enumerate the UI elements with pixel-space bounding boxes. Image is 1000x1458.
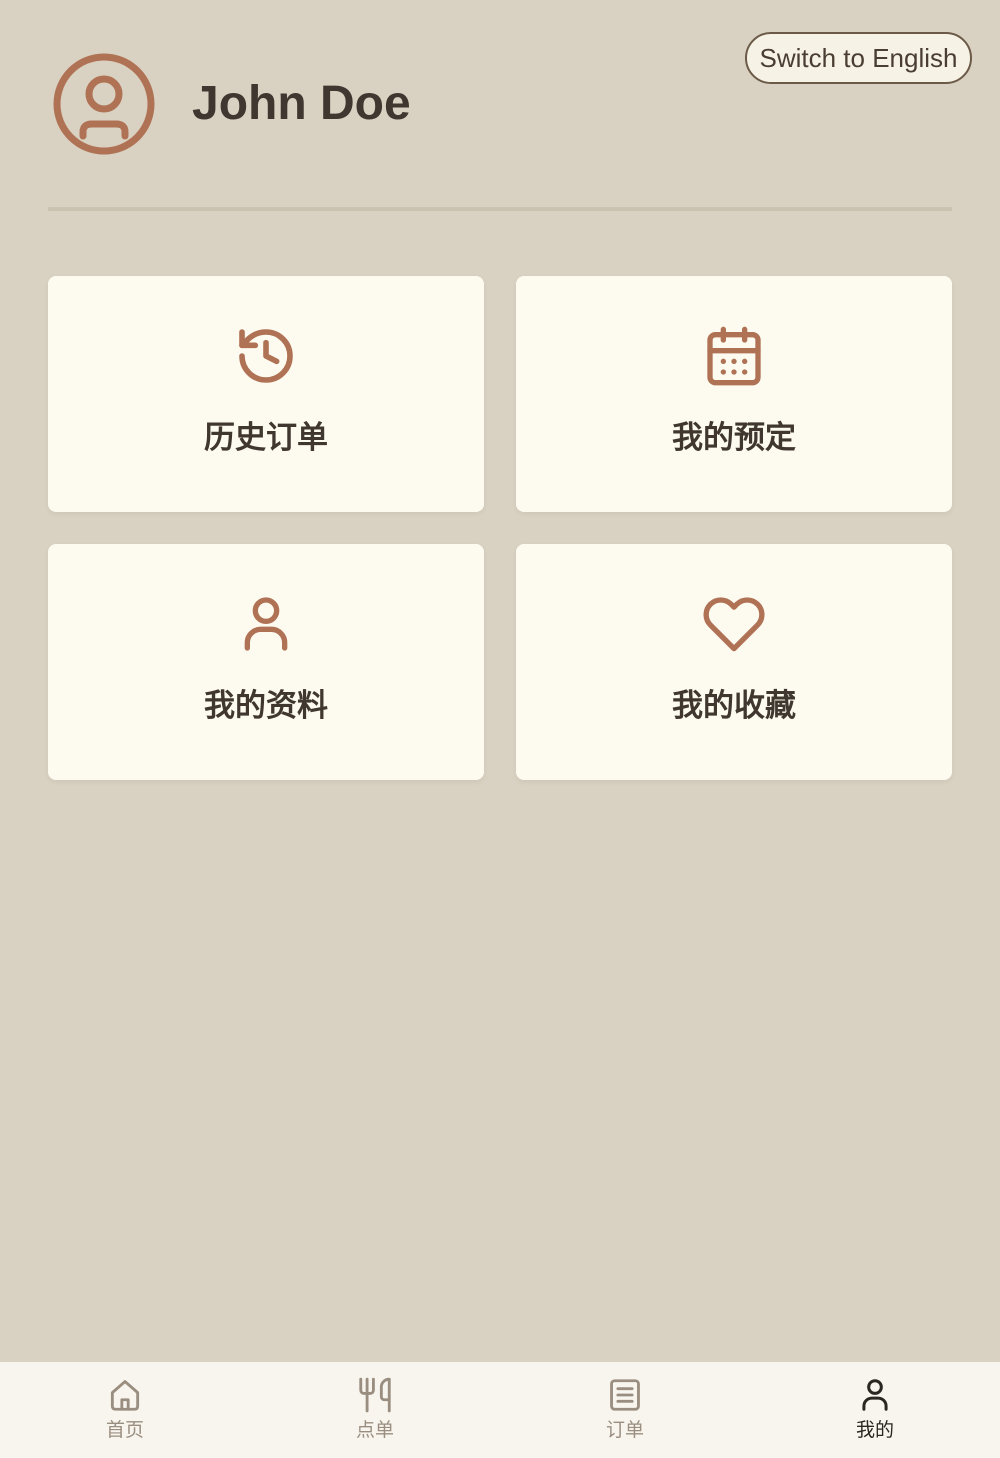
user-icon xyxy=(234,592,298,656)
home-icon xyxy=(106,1376,144,1414)
history-icon xyxy=(234,324,298,388)
heart-icon xyxy=(702,592,766,656)
utensils-icon xyxy=(356,1376,394,1414)
list-icon xyxy=(606,1376,644,1414)
my-reservations-label: 我的预定 xyxy=(672,420,796,456)
my-reservations-card[interactable]: 我的预定 xyxy=(516,276,952,512)
tab-home-label: 首页 xyxy=(105,1419,144,1441)
tab-mine-label: 我的 xyxy=(855,1419,894,1441)
calendar-icon xyxy=(702,324,766,388)
tab-mine[interactable]: 我的 xyxy=(750,1362,1000,1458)
header-divider xyxy=(48,207,952,211)
tab-orders-label: 订单 xyxy=(605,1419,644,1441)
user-icon xyxy=(856,1376,894,1414)
my-profile-label: 我的资料 xyxy=(204,688,328,724)
history-orders-card[interactable]: 历史订单 xyxy=(48,276,484,512)
tab-order-food[interactable]: 点单 xyxy=(250,1362,500,1458)
history-orders-label: 历史订单 xyxy=(204,420,328,456)
user-circle-icon xyxy=(52,52,156,156)
my-favorites-label: 我的收藏 xyxy=(672,688,796,724)
tab-order-food-label: 点单 xyxy=(355,1419,394,1441)
my-favorites-card[interactable]: 我的收藏 xyxy=(516,544,952,780)
tab-orders[interactable]: 订单 xyxy=(500,1362,750,1458)
user-name: John Doe xyxy=(192,77,411,130)
my-profile-card[interactable]: 我的资料 xyxy=(48,544,484,780)
bottom-tab-bar: 首页 点单 订单 我的 xyxy=(0,1362,1000,1458)
switch-language-button[interactable]: Switch to English xyxy=(745,32,972,84)
tab-home[interactable]: 首页 xyxy=(0,1362,250,1458)
